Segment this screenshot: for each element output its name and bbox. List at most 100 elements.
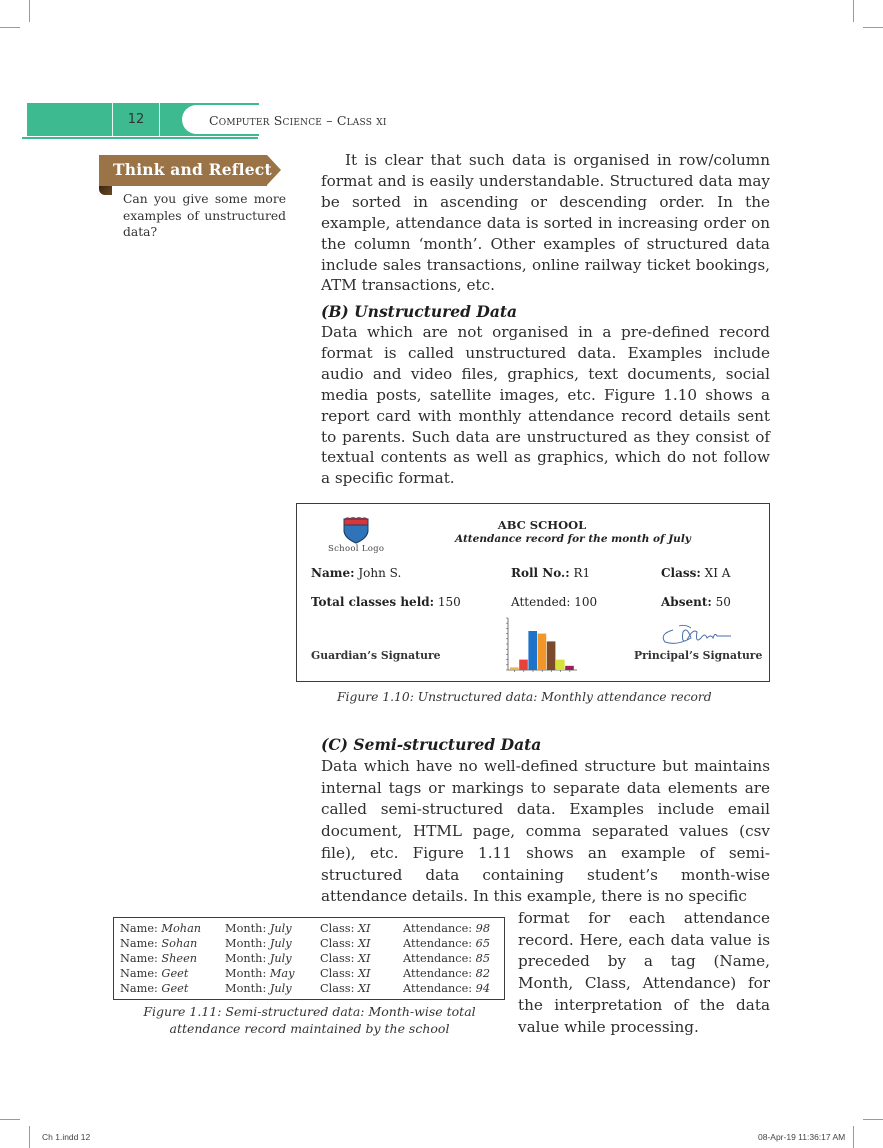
record-tag: Class: xyxy=(320,952,358,965)
record-tag: Attendance: xyxy=(403,967,476,980)
record-value: 85 xyxy=(475,952,491,965)
chart-bar-4 xyxy=(537,633,547,670)
record-name-cell: Name: Sheen xyxy=(120,952,197,965)
record-value: XI xyxy=(357,952,371,965)
record-value: 65 xyxy=(475,937,491,950)
crop-mark-top-left-h xyxy=(0,27,20,28)
record-value: July xyxy=(269,982,292,995)
crop-mark-top-left-v xyxy=(29,0,30,22)
record-att-cell: Attendance: 94 xyxy=(403,982,490,995)
record-month-cell: Month: July xyxy=(225,952,292,965)
record-tag: Attendance: xyxy=(403,922,476,935)
record-tag: Month: xyxy=(225,922,270,935)
figure-1-11-caption: Figure 1.11: Semi-structured data: Month… xyxy=(113,1003,506,1037)
record-value: 98 xyxy=(475,922,491,935)
record-tag: Name: xyxy=(120,952,162,965)
record-name-cell: Name: Geet xyxy=(120,982,188,995)
record-tag: Name: xyxy=(120,937,162,950)
school-logo-label: School Logo xyxy=(328,544,385,554)
record-value: July xyxy=(269,937,292,950)
think-reflect-title: Think and Reflect xyxy=(113,160,272,179)
chart-bar-1 xyxy=(510,667,519,670)
record-value: XI xyxy=(357,937,371,950)
record-value: Geet xyxy=(161,967,189,980)
chart-bar-5 xyxy=(546,641,556,670)
record-name-cell: Name: Geet xyxy=(120,967,188,980)
record-tag: Attendance: xyxy=(403,937,476,950)
running-title: Computer Science – Class xi xyxy=(209,113,387,128)
semi-structured-paragraph-wrap: format for each attendance record. Here,… xyxy=(518,909,770,1036)
page-number: 12 xyxy=(127,112,145,127)
chart-bar-6 xyxy=(556,659,565,670)
record-att-cell: Attendance: 98 xyxy=(403,922,490,935)
heading-semi-structured-data: (C) Semi-structured Data xyxy=(321,735,542,754)
field-attended: Attended: 100 xyxy=(511,595,597,609)
record-class-cell: Class: XI xyxy=(320,967,371,980)
record-name-cell: Name: Sohan xyxy=(120,937,197,950)
record-month-cell: Month: July xyxy=(225,937,292,950)
footer-timestamp: 08-Apr-19 11:36:17 AM xyxy=(758,1132,846,1142)
record-tag: Month: xyxy=(225,982,270,995)
record-tag: Class: xyxy=(320,982,358,995)
crop-mark-top-right-v xyxy=(853,0,854,22)
record-tag: Name: xyxy=(120,922,162,935)
chart-bar-3 xyxy=(528,631,537,670)
record-value: July xyxy=(269,922,292,935)
record-tag: Month: xyxy=(225,952,270,965)
record-att-cell: Attendance: 85 xyxy=(403,952,490,965)
field-name: Name: John S. xyxy=(311,566,401,580)
footer-file-slug: Ch 1.indd 12 xyxy=(42,1132,91,1142)
card-subtitle: Attendance record for the month of July xyxy=(455,533,691,545)
crop-mark-bottom-right-v xyxy=(853,1126,854,1148)
record-month-cell: Month: July xyxy=(225,922,292,935)
semi-structured-paragraph: Data which have no well-defined structur… xyxy=(321,757,770,906)
record-class-cell: Class: XI xyxy=(320,952,371,965)
chart-bar-2 xyxy=(519,659,528,670)
principal-signature-label: Principal’s Signature xyxy=(634,649,763,662)
field-name-label: Name: xyxy=(311,566,355,580)
field-class-value: XI A xyxy=(704,566,731,580)
school-name: ABC SCHOOL xyxy=(297,518,787,532)
record-value: Geet xyxy=(161,982,189,995)
principal-signature-scribble-icon xyxy=(662,624,731,644)
crop-mark-bottom-left-h xyxy=(0,1119,20,1120)
field-absent: Absent: 50 xyxy=(661,595,731,609)
field-absent-value: 50 xyxy=(715,595,731,609)
record-name-cell: Name: Mohan xyxy=(120,922,201,935)
record-att-cell: Attendance: 65 xyxy=(403,937,490,950)
crop-mark-bottom-right-h xyxy=(863,1119,883,1120)
field-attended-value: 100 xyxy=(574,595,598,609)
record-tag: Class: xyxy=(320,922,358,935)
record-value: XI xyxy=(357,967,371,980)
record-value: XI xyxy=(357,982,371,995)
record-class-cell: Class: XI xyxy=(320,982,371,995)
record-tag: Class: xyxy=(320,967,358,980)
record-tag: Name: xyxy=(120,982,162,995)
figure-1-10-caption: Figure 1.10: Unstructured data: Monthly … xyxy=(337,690,712,704)
field-total-label: Total classes held: xyxy=(311,595,435,609)
unstructured-paragraph: Data which are not organised in a pre-de… xyxy=(321,323,770,488)
field-roll-value: R1 xyxy=(573,566,591,580)
field-class: Class: XI A xyxy=(661,566,730,580)
record-value: May xyxy=(269,967,295,980)
heading-unstructured-data: (B) Unstructured Data xyxy=(321,302,518,321)
record-month-cell: Month: July xyxy=(225,982,292,995)
figure-1-11-caption-line2: attendance record maintained by the scho… xyxy=(169,1021,450,1036)
field-class-label: Class: xyxy=(661,566,701,580)
field-roll-label: Roll No.: xyxy=(511,566,570,580)
record-class-cell: Class: XI xyxy=(320,922,371,935)
record-tag: Attendance: xyxy=(403,952,476,965)
record-tag: Month: xyxy=(225,937,270,950)
attendance-bar-chart xyxy=(506,617,577,672)
record-value: Sheen xyxy=(161,952,198,965)
record-tag: Name: xyxy=(120,967,162,980)
crop-mark-bottom-left-v xyxy=(29,1126,30,1148)
record-tag: Class: xyxy=(320,937,358,950)
crop-mark-top-right-h xyxy=(863,27,883,28)
field-roll: Roll No.: R1 xyxy=(511,566,590,580)
semi-structured-records-box: Name: Mohan Month: July Class: XI Attendanc… xyxy=(113,917,505,1000)
field-attended-label: Attended: xyxy=(511,595,571,609)
record-att-cell: Attendance: 82 xyxy=(403,967,490,980)
record-value: 82 xyxy=(475,967,491,980)
think-reflect-ribbon-fold xyxy=(99,186,112,195)
